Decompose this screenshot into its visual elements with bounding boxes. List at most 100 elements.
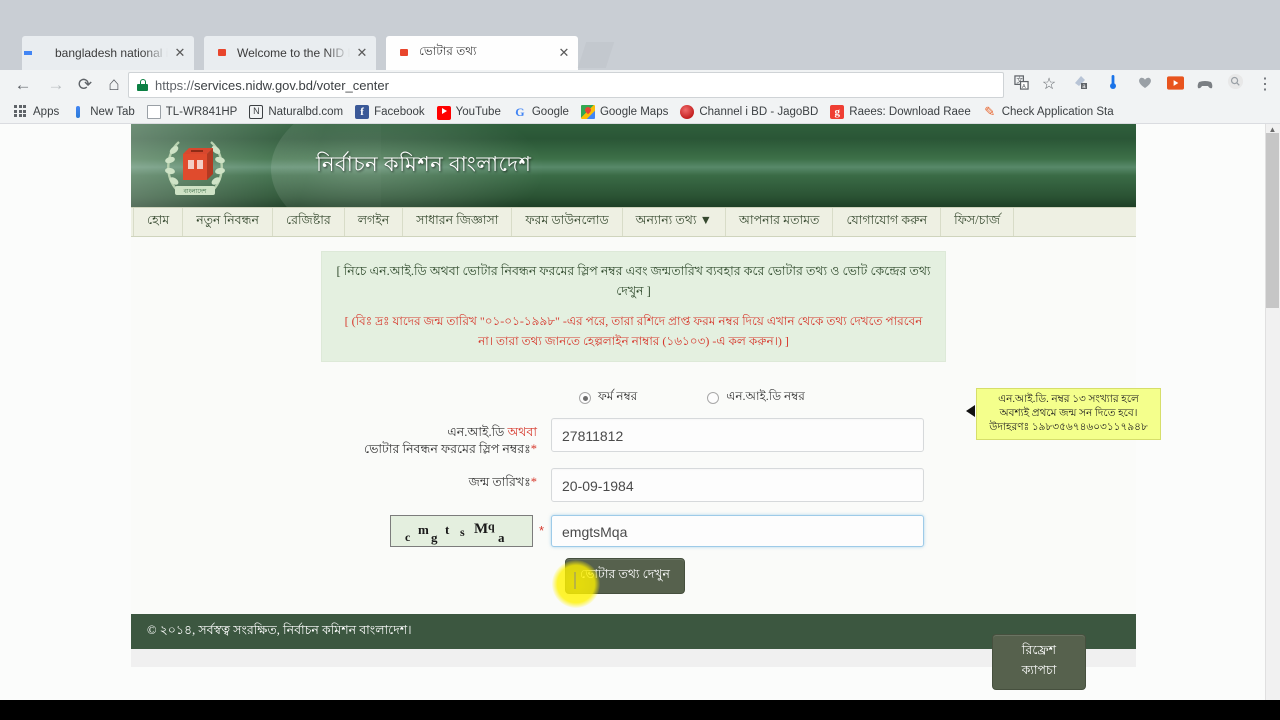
bangladesh-election-commission-crest-icon: বাংলাদেশ	[165, 141, 225, 195]
tooltip-line-3: উদাহরণঃ ১৯৮৩৫৬৭৪৬০৩১১৭৯৪৮	[989, 422, 1148, 433]
youtube-icon[interactable]	[1162, 70, 1188, 100]
url-scheme: https://	[155, 77, 195, 93]
page-icon	[146, 104, 161, 119]
tab-strip: bangladesh national id c ✕ Welcome to th…	[0, 0, 1280, 70]
facebook-icon: f	[355, 104, 370, 119]
radio-label-nid-number: এন.আই.ডি নম্বর	[726, 389, 805, 403]
address-bar[interactable]: https://services.nidw.gov.bd/voter_cente…	[128, 72, 1004, 98]
site-footer: © ২০১৪, সর্বস্বত্ব সংরক্ষিত, নির্বাচন কম…	[131, 614, 1136, 649]
close-icon[interactable]: ✕	[354, 45, 370, 61]
nav-item-feedback[interactable]: আপনার মতামত	[726, 208, 834, 236]
translate-icon[interactable]: 文A	[1008, 70, 1034, 100]
bookmark-apps[interactable]: Apps	[8, 100, 65, 123]
browser-window: bangladesh national id c ✕ Welcome to th…	[0, 0, 1280, 700]
nid-crest-icon	[214, 45, 230, 61]
bookmark-label: Google	[531, 105, 569, 118]
tab-title: bangladesh national id c	[55, 46, 168, 60]
controller-icon[interactable]	[1192, 70, 1218, 100]
radio-option-form-number[interactable]: ফর্ম নম্বর	[579, 388, 637, 408]
extension-icon[interactable]: a	[1068, 70, 1094, 100]
nid-field-row: এন.আই.ডি অথবা ভোটার নিবন্ধন ফরমের স্লিপ …	[181, 418, 1086, 458]
tab-strip-background	[0, 0, 1280, 36]
close-icon[interactable]: ✕	[556, 45, 572, 61]
captcha-input[interactable]: emgtsMqa	[551, 515, 924, 547]
bookmark-label: YouTube	[455, 105, 501, 118]
bookmark-channel-i[interactable]: Channel i BD - JagoBD	[674, 100, 824, 123]
page-viewport: বাংলাদেশ নির্বাচন কমিশন বাংলাদেশ হোম নতু…	[0, 124, 1280, 700]
dob-input[interactable]: 20-09-1984	[551, 468, 924, 502]
captcha-char-7: q	[487, 519, 495, 533]
refresh-captcha-button[interactable]: রিফ্রেশ ক্যাপচা	[992, 634, 1086, 690]
bookmark-label: Channel i BD - JagoBD	[699, 105, 819, 118]
bookmark-tl-wr841hp[interactable]: TL-WR841HP	[141, 100, 244, 123]
browser-tab-3-active[interactable]: ভোটার তথ্য ✕	[386, 36, 578, 70]
captcha-row: c m g t s M q a * emgtsMqa	[181, 515, 1086, 547]
dob-label-text: জন্ম তারিখঃ	[468, 475, 531, 489]
back-button[interactable]: ←	[8, 70, 38, 100]
tooltip-pointer-icon	[966, 405, 975, 417]
thermometer-icon[interactable]	[1100, 70, 1126, 100]
home-button[interactable]: ⌂	[99, 70, 129, 100]
menu-kebab-icon[interactable]: ⋮	[1252, 70, 1278, 100]
newtab-icon	[71, 105, 85, 119]
tab-title: ভোটার তথ্য	[419, 44, 477, 58]
nav-item-faq[interactable]: সাধারন জিজ্ঞাসা	[403, 208, 513, 236]
bookmark-facebook[interactable]: f Facebook	[349, 100, 431, 123]
captcha-char-2: m	[417, 522, 429, 537]
letter-n-icon: N	[249, 104, 264, 119]
forward-button[interactable]: →	[41, 70, 71, 100]
dob-field-label: জন্ম তারিখঃ*	[181, 468, 551, 491]
bookmark-star-icon[interactable]: ☆	[1036, 70, 1062, 100]
submit-button[interactable]: ভোটার তথ্য দেখুন	[565, 558, 685, 594]
search-circle-icon[interactable]	[1222, 70, 1248, 100]
nid-input[interactable]: 27811812	[551, 418, 924, 452]
instruction-notice: [ নিচে এন.আই.ডি অথবা ভোটার নিবন্ধন ফরমের…	[321, 251, 946, 362]
site-header-banner: বাংলাদেশ নির্বাচন কমিশন বাংলাদেশ	[131, 124, 1136, 207]
browser-tab-1[interactable]: bangladesh national id c ✕	[22, 36, 194, 70]
bookmark-label: Check Application Sta	[1001, 105, 1114, 118]
page-scrollbar-thumb[interactable]	[1266, 133, 1279, 308]
svg-text:বাংলাদেশ: বাংলাদেশ	[183, 189, 207, 195]
nav-item-form-download[interactable]: ফরম ডাউনলোড	[512, 208, 623, 236]
nid-crest-icon	[396, 45, 412, 61]
tab-title: Welcome to the NID Reg	[237, 46, 350, 60]
bookmark-label: TL-WR841HP	[165, 105, 238, 118]
nav-item-contact[interactable]: যোগাযোগ করুন	[833, 208, 942, 236]
nav-item-register[interactable]: রেজিষ্টার	[273, 208, 345, 236]
nid-field-label: এন.আই.ডি অথবা ভোটার নিবন্ধন ফরমের স্লিপ …	[181, 418, 551, 458]
page-title: নির্বাচন কমিশন বাংলাদেশ	[316, 152, 532, 176]
google-maps-icon	[580, 104, 595, 119]
captcha-char-3: g	[430, 530, 438, 545]
nav-item-home[interactable]: হোম	[133, 208, 184, 236]
new-tab-button[interactable]	[577, 42, 615, 68]
captcha-char-4: t	[444, 522, 450, 537]
radio-option-nid-number[interactable]: এন.আই.ডি নম্বর	[707, 388, 805, 408]
nav-item-fees-charges[interactable]: ফিস/চার্জ	[941, 208, 1015, 236]
url-text: https://services.nidw.gov.bd/voter_cente…	[155, 78, 389, 93]
bookmark-raees[interactable]: g Raees: Download Raee	[824, 100, 976, 123]
screen-bottom-bar	[0, 700, 1280, 720]
bookmark-naturalbd[interactable]: N Naturalbd.com	[243, 100, 349, 123]
nid-label-or: অথবা	[507, 425, 537, 439]
radio-button-form-number[interactable]	[579, 392, 591, 404]
browser-tab-2[interactable]: Welcome to the NID Reg ✕	[204, 36, 376, 70]
radio-button-nid-number[interactable]	[707, 392, 720, 404]
nav-item-new-registration[interactable]: নতুন নিবন্ধন	[183, 208, 273, 236]
radio-label-form-number: ফর্ম নম্বর	[598, 389, 638, 403]
bookmark-google[interactable]: G Google	[507, 100, 575, 123]
captcha-char-1: c	[404, 530, 411, 544]
bookmark-new-tab[interactable]: New Tab	[65, 100, 141, 123]
nav-item-login[interactable]: লগইন	[345, 208, 404, 236]
heart-icon[interactable]	[1132, 70, 1158, 100]
nav-item-other-info[interactable]: অন্যান্য তথ্য ▼	[623, 208, 727, 236]
nid-label-part-2: ভোটার নিবন্ধন ফরমের স্লিপ নম্বরঃ	[364, 442, 531, 456]
bookmark-youtube[interactable]: YouTube	[431, 100, 507, 123]
google-g-icon	[32, 45, 48, 61]
url-host-path: services.nidw.gov.bd/voter_center	[194, 77, 389, 93]
bookmark-label: Google Maps	[599, 105, 669, 118]
bookmark-check-application[interactable]: ✎ Check Application Sta	[977, 100, 1120, 123]
raees-icon: g	[830, 104, 845, 119]
bookmark-google-maps[interactable]: Google Maps	[575, 100, 674, 123]
reload-button[interactable]: ⟳	[70, 70, 100, 100]
close-icon[interactable]: ✕	[172, 45, 188, 61]
